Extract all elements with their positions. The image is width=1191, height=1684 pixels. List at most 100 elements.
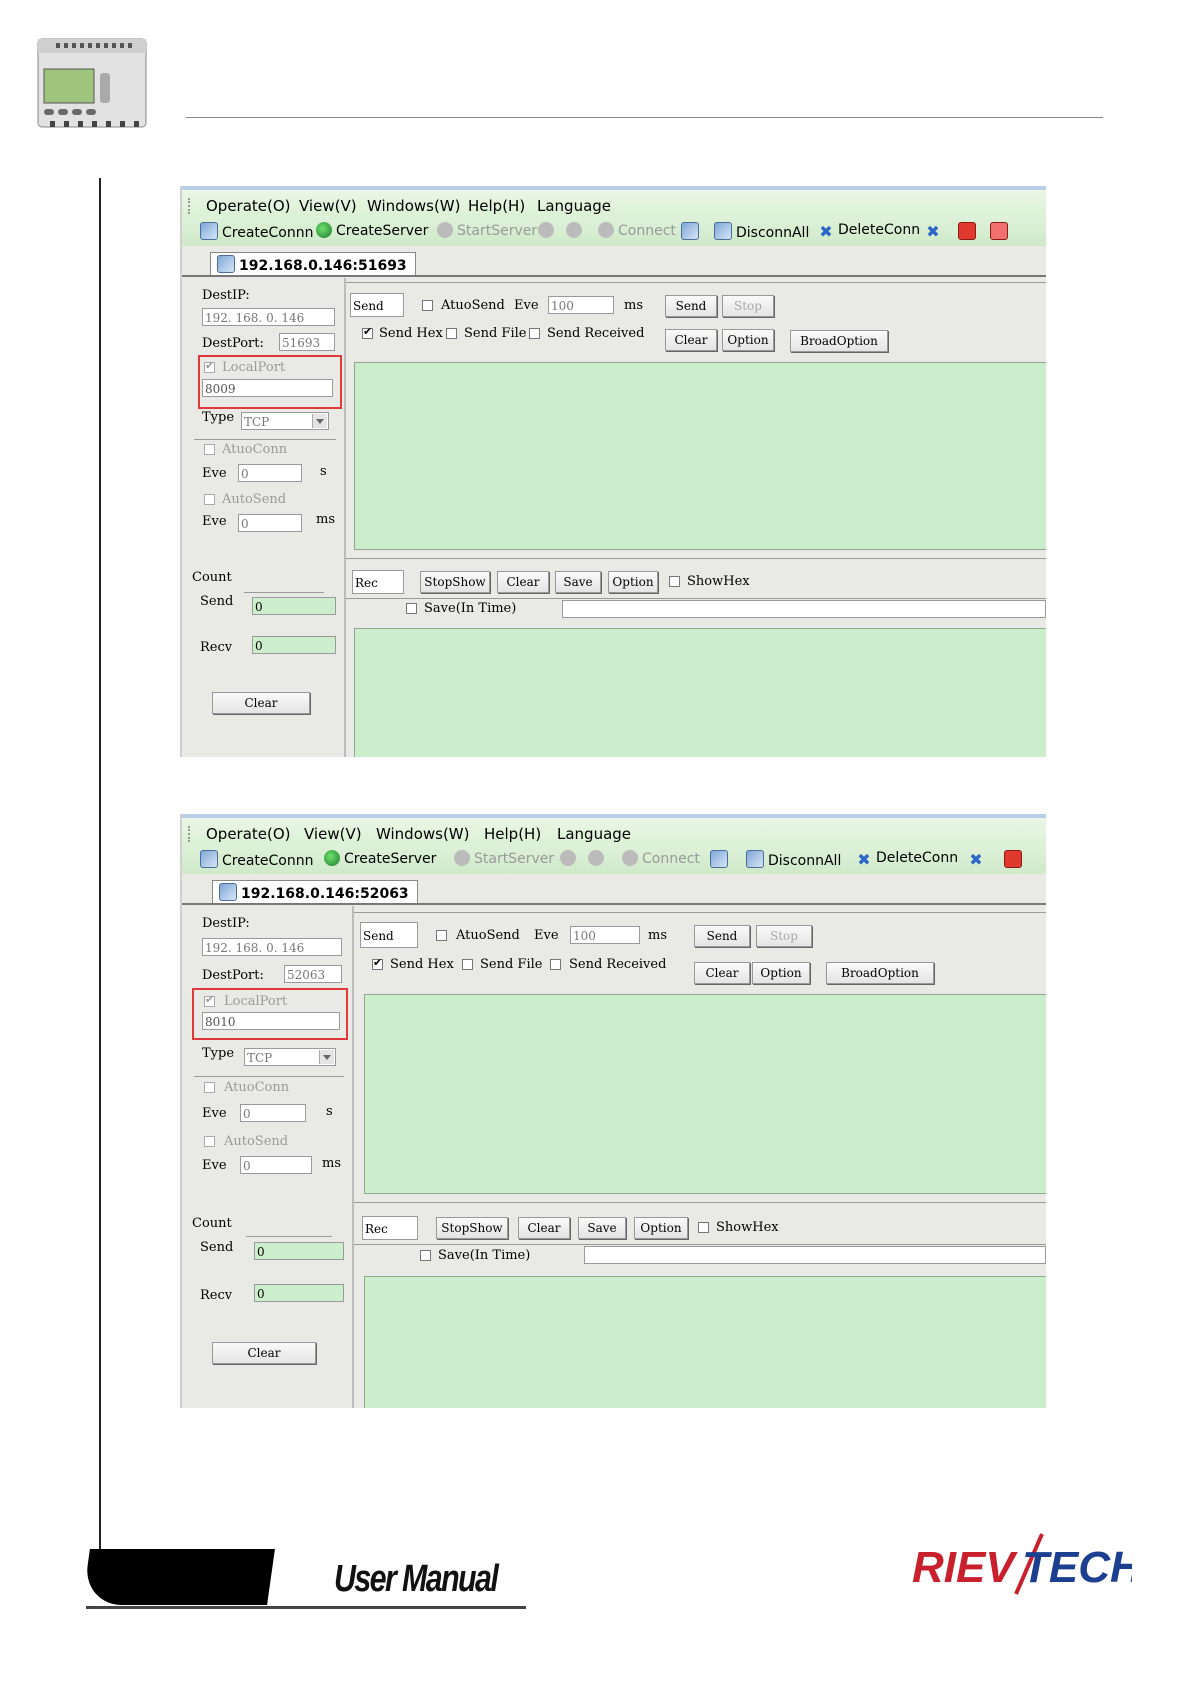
power-icon[interactable] xyxy=(1004,850,1026,869)
send-file-checkbox[interactable] xyxy=(446,328,457,339)
rievtech-logo: RIEV TECH xyxy=(912,1533,1132,1595)
create-server-button[interactable]: CreateServer xyxy=(316,222,428,239)
disconnect-icon[interactable] xyxy=(681,222,703,241)
receive-data-area xyxy=(364,1276,1046,1408)
menu-help[interactable]: Help(H) xyxy=(484,825,541,843)
show-hex-checkbox[interactable] xyxy=(698,1222,709,1233)
stop-server-icon[interactable] xyxy=(538,222,558,239)
atuo-conn-checkbox[interactable] xyxy=(204,444,215,455)
connect-button[interactable]: Connect xyxy=(598,222,676,239)
save-in-time-checkbox[interactable] xyxy=(420,1250,431,1261)
start-server-button[interactable]: StartServer xyxy=(437,222,537,239)
rec-save-button[interactable]: Save xyxy=(555,571,601,593)
send-hex-checkbox[interactable] xyxy=(362,325,373,339)
dest-port-field[interactable]: 52063 xyxy=(284,965,342,983)
clear-count-button[interactable]: Clear xyxy=(212,692,310,714)
eve-s-field[interactable]: 0 xyxy=(238,464,302,482)
send-option-button[interactable]: Option xyxy=(752,962,810,984)
menu-operate[interactable]: Operate(O) xyxy=(206,197,291,215)
connect-button[interactable]: Connect xyxy=(622,850,700,867)
type-select[interactable]: TCP xyxy=(244,1048,336,1066)
save-path-field[interactable] xyxy=(584,1246,1046,1264)
rec-clear-button[interactable]: Clear xyxy=(497,571,549,593)
connection-tab[interactable]: 192.168.0.146:51693 xyxy=(210,252,416,277)
svg-text:TECH: TECH xyxy=(1022,1543,1132,1592)
dest-ip-field[interactable]: 192. 168. 0. 146 xyxy=(202,938,342,956)
stop-show-button[interactable]: StopShow xyxy=(436,1217,508,1239)
create-server-button[interactable]: CreateServer xyxy=(324,850,436,867)
stop-button[interactable]: Stop xyxy=(722,295,774,317)
send-button[interactable]: Send xyxy=(694,925,750,947)
clear-count-button[interactable]: Clear xyxy=(212,1342,316,1364)
atuo-send-checkbox[interactable] xyxy=(422,300,433,311)
menu-windows[interactable]: Windows(W) xyxy=(376,825,470,843)
local-port-checkbox[interactable] xyxy=(204,359,215,373)
create-conn-button[interactable]: CreateConnn xyxy=(200,850,313,869)
menu-view[interactable]: View(V) xyxy=(299,197,357,215)
create-conn-button[interactable]: CreateConnn xyxy=(200,222,313,241)
start-server-button[interactable]: StartServer xyxy=(454,850,554,867)
stop-show-button[interactable]: StopShow xyxy=(420,571,490,593)
seconds-unit: s xyxy=(326,1104,333,1119)
delete-conn-button[interactable]: ✖ DeleteConn xyxy=(818,222,920,240)
auto-send-checkbox[interactable] xyxy=(204,494,215,505)
atuo-send-checkbox[interactable] xyxy=(436,930,447,941)
dest-port-field[interactable]: 51693 xyxy=(279,333,335,351)
dest-ip-field[interactable]: 192. 168. 0. 146 xyxy=(202,308,335,326)
broad-option-button[interactable]: BroadOption xyxy=(790,330,888,352)
rec-label-box: Rec xyxy=(362,1216,418,1240)
menu-help[interactable]: Help(H) xyxy=(468,197,525,215)
save-in-time-checkbox[interactable] xyxy=(406,603,417,614)
save-path-field[interactable] xyxy=(562,600,1046,618)
send-data-area[interactable] xyxy=(364,994,1046,1194)
send-data-area[interactable] xyxy=(354,362,1046,550)
show-hex-checkbox[interactable] xyxy=(669,576,680,587)
rec-option-button[interactable]: Option xyxy=(608,571,658,593)
local-port-checkbox[interactable] xyxy=(204,993,215,1007)
rec-save-button[interactable]: Save xyxy=(578,1217,626,1239)
local-port-field[interactable]: 8010 xyxy=(202,1012,340,1030)
local-port-label: LocalPort xyxy=(224,994,288,1009)
eve-ms-field[interactable]: 0 xyxy=(238,514,302,532)
disconnect-icon[interactable] xyxy=(710,850,732,869)
menu-view[interactable]: View(V) xyxy=(304,825,362,843)
atuo-conn-checkbox[interactable] xyxy=(204,1082,215,1093)
eve-s-field[interactable]: 0 xyxy=(240,1104,306,1122)
send-interval-field[interactable]: 100 xyxy=(548,296,614,314)
menu-operate[interactable]: Operate(O) xyxy=(206,825,291,843)
close-server-icon[interactable] xyxy=(566,222,586,239)
send-received-checkbox[interactable] xyxy=(529,328,540,339)
send-button[interactable]: Send xyxy=(665,295,717,317)
send-option-button[interactable]: Option xyxy=(722,329,774,351)
connection-tab[interactable]: 192.168.0.146:52063 xyxy=(212,880,418,905)
rec-option-button[interactable]: Option xyxy=(634,1217,688,1239)
power-icon[interactable] xyxy=(958,222,980,241)
disconn-all-button[interactable]: DisconnAll xyxy=(746,850,841,869)
send-hex-label: Send Hex xyxy=(390,957,454,972)
send-clear-button[interactable]: Clear xyxy=(665,329,717,351)
stop-server-icon[interactable] xyxy=(560,850,580,867)
menu-language[interactable]: Language xyxy=(537,197,611,215)
delete-all-icon[interactable]: ✖ xyxy=(925,222,945,240)
menu-language[interactable]: Language xyxy=(557,825,631,843)
send-count-label: Send xyxy=(200,594,234,609)
eve-ms-field[interactable]: 0 xyxy=(240,1156,312,1174)
disconn-all-button[interactable]: DisconnAll xyxy=(714,222,809,241)
broad-option-button[interactable]: BroadOption xyxy=(826,962,934,984)
send-ms-unit: ms xyxy=(648,928,667,943)
send-received-checkbox[interactable] xyxy=(550,959,561,970)
type-select[interactable]: TCP xyxy=(241,412,329,430)
rec-clear-button[interactable]: Clear xyxy=(518,1217,570,1239)
close-server-icon[interactable] xyxy=(588,850,608,867)
auto-send-checkbox[interactable] xyxy=(204,1136,215,1147)
exit-icon[interactable] xyxy=(990,222,1012,241)
send-file-checkbox[interactable] xyxy=(462,959,473,970)
delete-all-icon[interactable]: ✖ xyxy=(968,850,988,868)
send-clear-button[interactable]: Clear xyxy=(694,962,750,984)
send-hex-checkbox[interactable] xyxy=(372,956,383,970)
stop-button[interactable]: Stop xyxy=(756,925,812,947)
menu-windows[interactable]: Windows(W) xyxy=(367,197,461,215)
local-port-field[interactable]: 8009 xyxy=(202,379,333,397)
send-interval-field[interactable]: 100 xyxy=(570,926,640,944)
delete-conn-button[interactable]: ✖ DeleteConn xyxy=(856,850,958,868)
